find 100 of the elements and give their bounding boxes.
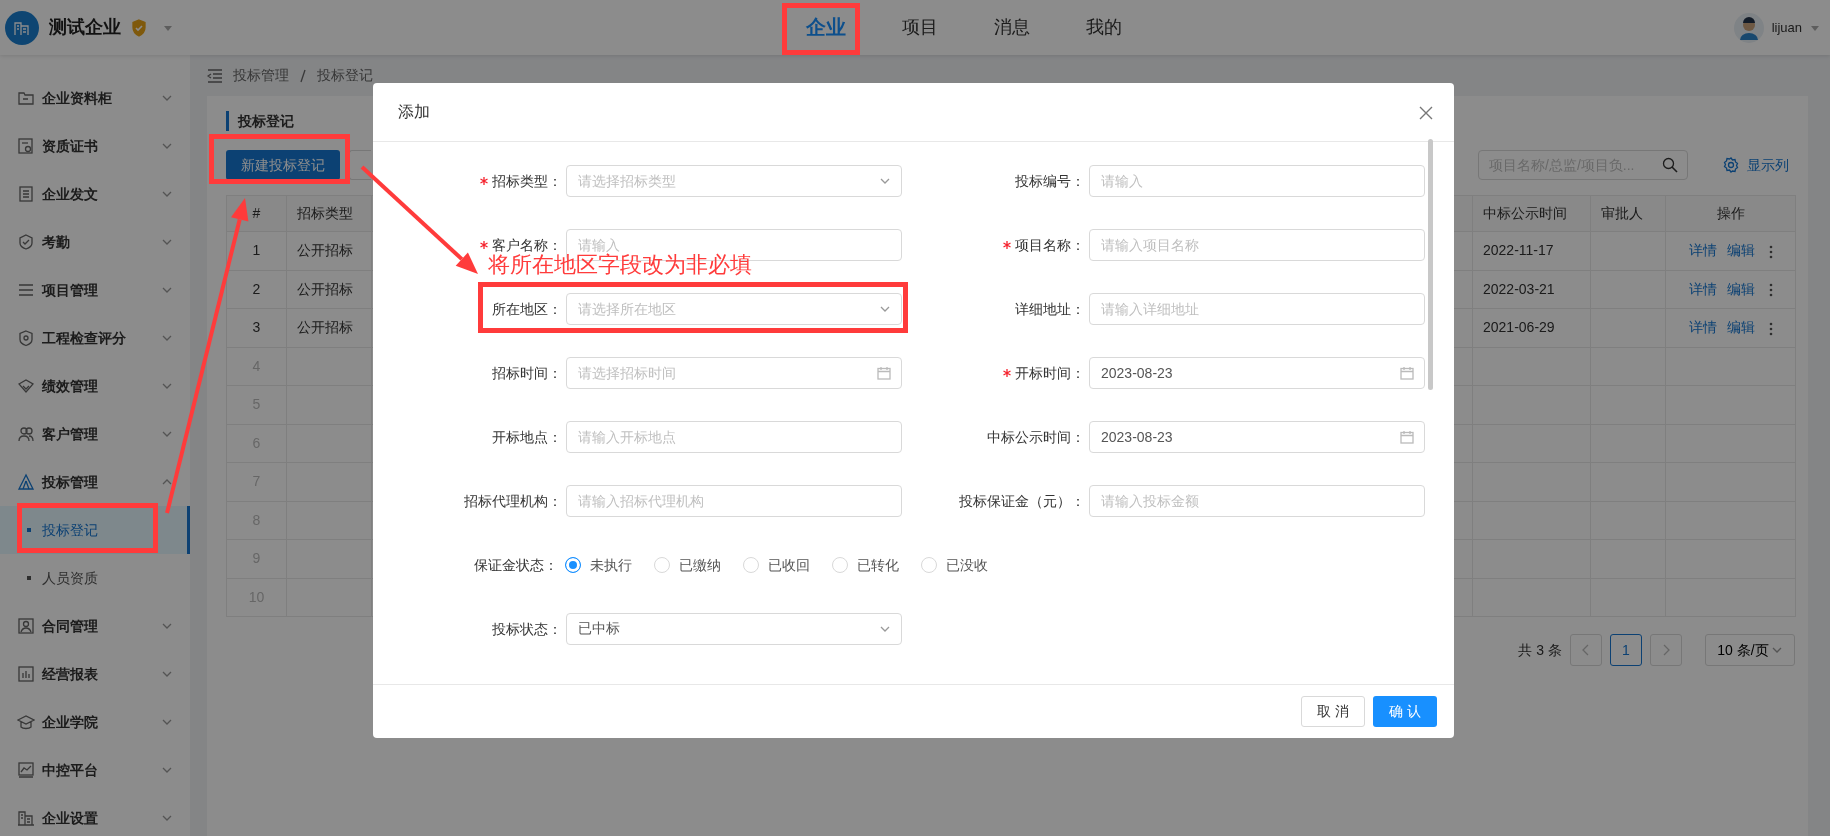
sidebar-subitem[interactable]: 人员资质 xyxy=(0,554,190,602)
field-label: 客户名称： xyxy=(492,235,562,254)
sidebar-item[interactable]: 合同管理 xyxy=(0,602,190,650)
separator-icon xyxy=(299,68,307,83)
input-field[interactable]: 请输入开标地点 xyxy=(566,421,902,453)
columns-button[interactable]: 显示列 xyxy=(1717,153,1795,177)
input-field[interactable]: 请输入 xyxy=(1089,165,1425,197)
column-header: 审批人 xyxy=(1601,205,1643,221)
triangle-icon xyxy=(17,473,35,491)
scrollbar-thumb[interactable] xyxy=(1428,139,1433,390)
sidebar-item[interactable]: 工程检查评分 xyxy=(0,314,190,362)
table-cell: 公开招标 xyxy=(297,242,353,259)
column-header: 中标公示时间 xyxy=(1483,205,1567,221)
input-field[interactable]: 请输入详细地址 xyxy=(1089,293,1425,325)
breadcrumb-link[interactable]: 投标管理 xyxy=(233,65,289,86)
bar-chart-icon xyxy=(17,665,35,683)
input-field[interactable]: 请输入项目名称 xyxy=(1089,229,1425,261)
sidebar-item[interactable]: 企业设置 xyxy=(0,794,190,836)
sidebar-item[interactable]: 中控平台 xyxy=(0,746,190,794)
sidebar-item[interactable]: 项目管理 xyxy=(0,266,190,314)
date-field[interactable]: 请选择招标时间 xyxy=(566,357,902,389)
sidebar-item[interactable]: 客户管理 xyxy=(0,410,190,458)
radio-label[interactable]: 已没收 xyxy=(946,554,988,576)
column-header: 操作 xyxy=(1716,205,1745,221)
next-page-button[interactable] xyxy=(1650,634,1682,666)
sidebar-item[interactable]: 企业学院 xyxy=(0,698,190,746)
nav-tab[interactable]: 消息 xyxy=(966,0,1058,55)
new-button[interactable]: 新建投标登记 xyxy=(226,150,340,180)
detail-link[interactable]: 详情 xyxy=(1688,319,1717,336)
gear-icon xyxy=(1723,157,1739,173)
sidebar-item[interactable]: 企业发文 xyxy=(0,170,190,218)
calendar-icon xyxy=(1400,430,1414,444)
row-number: 3 xyxy=(252,319,261,336)
sidebar-item[interactable]: 资质证书 xyxy=(0,122,190,170)
field-label: 招标类型： xyxy=(492,171,562,191)
nav-tab[interactable]: 项目 xyxy=(874,0,966,55)
page-size-select[interactable]: 10 条/页 xyxy=(1705,634,1795,666)
edit-link[interactable]: 编辑 xyxy=(1726,280,1755,297)
bullet-icon xyxy=(27,576,31,580)
table-cell: 公开招标 xyxy=(297,319,353,336)
radio-label[interactable]: 已转化 xyxy=(857,554,899,576)
list-icon xyxy=(17,281,35,299)
field-label: 所在地区： xyxy=(492,299,562,319)
field-label: 招标代理机构： xyxy=(464,491,562,511)
input-field[interactable]: 请输入招标代理机构 xyxy=(566,485,902,517)
calendar-icon xyxy=(1400,366,1414,380)
field-label: 投标编号： xyxy=(1015,171,1085,191)
sidebar-item[interactable]: 绩效管理 xyxy=(0,362,190,410)
verified-shield-icon xyxy=(131,18,147,37)
select-field[interactable]: 请选择所在地区 xyxy=(566,293,902,325)
row-number: 1 xyxy=(252,242,261,259)
total-count: 共 3 条 xyxy=(1518,640,1562,660)
more-icon xyxy=(1768,244,1773,259)
field-label: 投标保证金（元）： xyxy=(959,491,1085,511)
table-cell: 2022-03-21 xyxy=(1483,280,1555,297)
nav-tab[interactable]: 我的 xyxy=(1058,0,1150,55)
diamond-icon xyxy=(17,377,35,395)
calendar-icon xyxy=(877,366,891,380)
select-field[interactable]: 已中标 xyxy=(566,613,902,645)
more-icon xyxy=(1768,321,1773,336)
radio-label[interactable]: 已收回 xyxy=(768,554,810,576)
menu-fold-icon xyxy=(207,68,223,83)
field-label: 投标状态： xyxy=(492,619,562,639)
avatar-icon xyxy=(1733,12,1764,43)
shield-icon xyxy=(17,329,35,347)
cancel-button[interactable]: 取 消 xyxy=(1301,696,1365,727)
field-label: 详细地址： xyxy=(1015,299,1085,319)
field-label: 开标地点： xyxy=(492,427,562,447)
confirm-button[interactable]: 确 认 xyxy=(1373,696,1437,727)
table-cell: 2022-11-17 xyxy=(1483,242,1554,259)
line-chart-icon xyxy=(17,761,35,779)
detail-link[interactable]: 详情 xyxy=(1688,280,1717,297)
chevron-right-icon xyxy=(1662,644,1670,656)
field-label: 开标时间： xyxy=(1015,363,1085,383)
search-icon xyxy=(1662,157,1678,173)
edit-link[interactable]: 编辑 xyxy=(1726,319,1755,336)
table-cell: 公开招标 xyxy=(297,280,353,297)
date-field[interactable]: 2023-08-23 xyxy=(1089,421,1425,453)
radio-label[interactable]: 已缴纳 xyxy=(679,554,721,576)
more-icon xyxy=(1768,283,1773,298)
user-name[interactable]: lijuan xyxy=(1771,17,1802,38)
input-field[interactable]: 请输入投标金额 xyxy=(1089,485,1425,517)
sidebar-item[interactable]: 经营报表 xyxy=(0,650,190,698)
people-icon xyxy=(17,425,35,443)
sidebar-item[interactable]: 考勤 xyxy=(0,218,190,266)
radio-label[interactable]: 未执行 xyxy=(590,554,632,576)
edit-link[interactable]: 编辑 xyxy=(1726,242,1755,259)
page-button[interactable]: 1 xyxy=(1610,634,1642,666)
sidebar-item[interactable]: 投标管理 xyxy=(0,458,190,506)
breadcrumb-current: 投标登记 xyxy=(317,66,373,85)
column-header: # xyxy=(252,205,261,221)
document-icon xyxy=(17,185,35,203)
radio-button[interactable] xyxy=(565,557,581,573)
date-field[interactable]: 2023-08-23 xyxy=(1089,357,1425,389)
field-label: 招标时间： xyxy=(492,363,562,383)
company-name: 测试企业 xyxy=(49,16,121,39)
previous-page-button[interactable] xyxy=(1570,634,1602,666)
select-field[interactable]: 请选择招标类型 xyxy=(566,165,902,197)
detail-link[interactable]: 详情 xyxy=(1688,242,1717,259)
sidebar-item[interactable]: 企业资料柜 xyxy=(0,74,190,122)
